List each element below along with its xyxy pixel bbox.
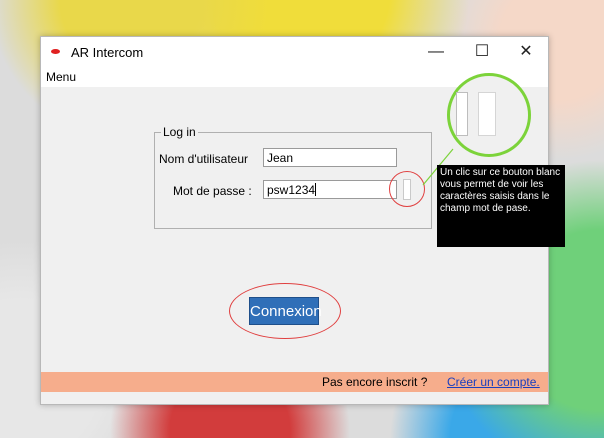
window-title: AR Intercom [71, 45, 144, 60]
text-caret [315, 183, 317, 196]
zoom-field-edge [456, 92, 468, 136]
minimize-button[interactable]: — [421, 41, 451, 63]
password-field[interactable]: psw1234 [263, 180, 397, 199]
close-button[interactable]: ✕ [511, 41, 541, 63]
username-label: Nom d'utilisateur [159, 152, 248, 166]
zoom-magnifier [447, 73, 531, 157]
username-value: Jean [267, 151, 294, 165]
footer-bar: Pas encore inscrit ? Créer un compte. [41, 372, 548, 392]
menu-item-menu[interactable]: Menu [46, 70, 76, 84]
connect-button[interactable]: Connexion [249, 297, 322, 325]
login-group-label: Log in [161, 125, 198, 139]
username-field[interactable]: Jean [263, 148, 397, 167]
app-window: AR Intercom — ☐ ✕ Menu Log in Nom d'util… [40, 36, 565, 405]
app-icon [51, 49, 60, 54]
password-value: psw1234 [267, 183, 316, 197]
signup-prompt: Pas encore inscrit ? [322, 375, 428, 389]
password-label: Mot de passe : [173, 184, 252, 198]
tooltip: Un clic sur ce bouton blanc vous permet … [437, 165, 565, 247]
title-bar[interactable]: AR Intercom — ☐ ✕ [41, 37, 548, 67]
zoom-show-password-button [478, 92, 496, 136]
show-password-highlight-ring [389, 171, 425, 207]
maximize-button[interactable]: ☐ [467, 41, 497, 63]
create-account-link[interactable]: Créer un compte. [447, 375, 540, 389]
